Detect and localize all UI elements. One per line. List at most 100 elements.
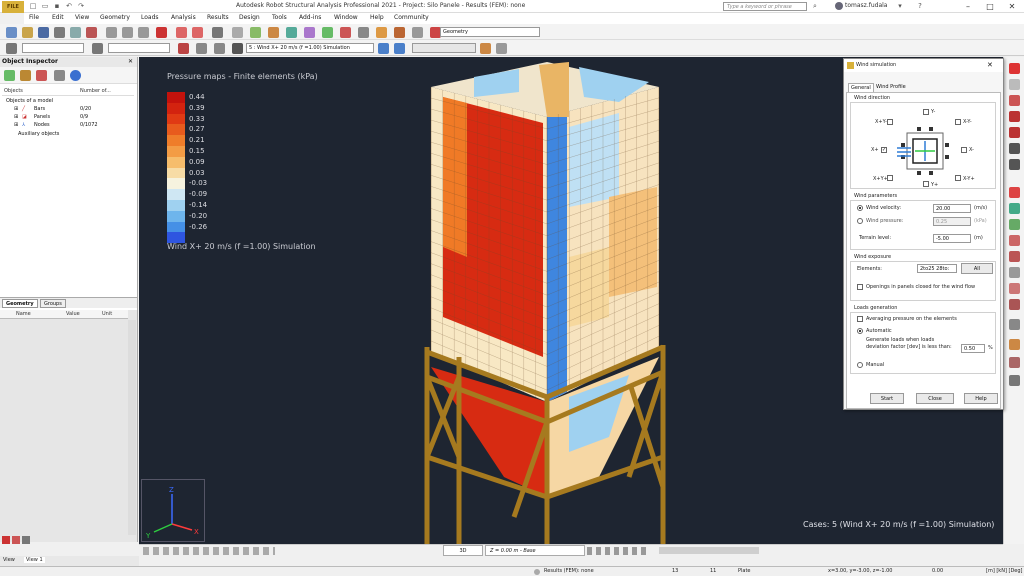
view-tools-icons[interactable] (143, 547, 275, 555)
tool-red-icon[interactable] (2, 536, 10, 544)
object-field[interactable] (108, 43, 170, 53)
new-file-icon[interactable] (6, 27, 17, 38)
close-button[interactable]: ✕ (1004, 0, 1020, 13)
maximize-button[interactable]: □ (982, 0, 998, 13)
opening-tool-icon[interactable] (1009, 235, 1020, 246)
menu-results[interactable]: Results (207, 14, 229, 21)
openings-checkbox[interactable] (857, 284, 863, 290)
sections-icon[interactable] (412, 27, 423, 38)
panel-tool-icon[interactable] (1009, 79, 1020, 90)
dir-y-plus-checkbox[interactable] (923, 181, 929, 187)
dialog-close-icon[interactable]: ✕ (987, 61, 993, 69)
cladding-tool-icon[interactable] (1009, 251, 1020, 262)
tree-root[interactable]: Objects of a model (6, 98, 53, 104)
tool-table-icon[interactable] (12, 536, 20, 544)
undo-icon[interactable]: ↶ (64, 1, 74, 11)
layout-select[interactable]: Geometry (440, 27, 540, 37)
copy-selection-icon[interactable] (196, 43, 207, 54)
tree-expand-icon[interactable]: ⊞ (14, 122, 18, 128)
search-icon[interactable]: ⌕ (810, 1, 820, 11)
selection-field[interactable] (22, 43, 84, 53)
redo-icon[interactable]: ↷ (76, 1, 86, 11)
terrain-input[interactable]: -5.00 (933, 234, 971, 243)
tree-item-bars[interactable]: Bars (34, 106, 45, 112)
line-tool-icon[interactable] (1009, 159, 1020, 170)
structure-model-icon[interactable] (268, 27, 279, 38)
cart-icon[interactable]: ▾ (895, 1, 905, 11)
velocity-radio[interactable] (857, 205, 863, 211)
filter-tree-icon[interactable] (20, 70, 31, 81)
redo-toolbar-icon[interactable] (192, 27, 203, 38)
bar-tool-icon[interactable] (1009, 63, 1020, 74)
tree-item-panels[interactable]: Panels (34, 114, 50, 120)
reinforcement-icon[interactable] (340, 27, 351, 38)
manual-radio[interactable] (857, 362, 863, 368)
minimize-button[interactable]: – (960, 0, 976, 13)
tree-expand-icon[interactable]: ⊞ (14, 106, 18, 112)
dir-x-minus-y-minus-checkbox[interactable] (955, 119, 961, 125)
design-icon[interactable] (304, 27, 315, 38)
application-menu-button[interactable]: FILE (2, 1, 24, 13)
link-tool-icon[interactable] (1009, 283, 1020, 294)
tool-edit-icon[interactable] (22, 536, 30, 544)
menu-add-ins[interactable]: Add-ins (299, 14, 321, 21)
units-display[interactable]: [m] [kN] [Deg] (986, 568, 1023, 574)
filter-icon[interactable] (178, 43, 189, 54)
load-case-select[interactable]: 5 : Wind X+ 20 m/s (f =1.00) Simulation (246, 43, 374, 53)
pointer-icon[interactable] (6, 43, 17, 54)
menu-loads[interactable]: Loads (141, 14, 159, 21)
solid-tool-icon[interactable] (1009, 219, 1020, 230)
undo-toolbar-icon[interactable] (176, 27, 187, 38)
tables-icon[interactable] (358, 27, 369, 38)
find-icon[interactable] (54, 70, 65, 81)
all-button[interactable]: All (961, 263, 993, 274)
load-tool-icon[interactable] (1009, 187, 1020, 198)
level-field[interactable]: Z = 0.00 m - Base (485, 545, 585, 556)
menu-window[interactable]: Window (334, 14, 358, 21)
silo-model[interactable] (419, 57, 849, 544)
check-icon[interactable] (286, 27, 297, 38)
open-icon[interactable]: ▭ (40, 1, 50, 11)
grid-tool-icon[interactable] (1009, 319, 1020, 330)
search-input[interactable]: Type a keyword or phrase (723, 2, 807, 11)
dir-x-plus-y-plus-checkbox[interactable] (887, 175, 893, 181)
tab-geometry[interactable]: Geometry (2, 299, 38, 308)
elements-input[interactable]: 2to25 28to: (917, 264, 957, 273)
materials-icon[interactable] (394, 27, 405, 38)
diagram-tool-icon[interactable] (1009, 375, 1020, 386)
dir-x-minus-checkbox[interactable] (961, 147, 967, 153)
tab-view-1[interactable]: View 1 (24, 557, 45, 563)
map-tool-icon[interactable] (1009, 357, 1020, 368)
results-tool-icon[interactable] (1009, 339, 1020, 350)
start-button[interactable]: Start (870, 393, 904, 404)
help-button[interactable]: Help (964, 393, 998, 404)
menu-design[interactable]: Design (239, 14, 260, 21)
menu-tools[interactable]: Tools (272, 14, 287, 21)
open-file-icon[interactable] (22, 27, 33, 38)
mesh-tool-icon[interactable] (1009, 203, 1020, 214)
tree-item-auxiliary[interactable]: Auxiliary objects (18, 131, 59, 137)
node-tool-icon[interactable] (1009, 143, 1020, 154)
release-tool-icon[interactable] (1009, 127, 1020, 138)
deviation-input[interactable]: 0.50 (961, 344, 985, 353)
dir-x-minus-y-plus-checkbox[interactable] (955, 175, 961, 181)
automatic-radio[interactable] (857, 328, 863, 334)
display-icon[interactable] (212, 27, 223, 38)
zoom-icon[interactable] (496, 43, 507, 54)
remove-filter-icon[interactable] (36, 70, 47, 81)
tab-view[interactable]: View (3, 557, 15, 563)
settings-icon[interactable] (376, 27, 387, 38)
print-icon[interactable] (54, 27, 65, 38)
menu-analysis[interactable]: Analysis (171, 14, 196, 21)
paste-icon[interactable] (138, 27, 149, 38)
tree-expand-icon[interactable]: ⊞ (14, 114, 18, 120)
close-dialog-button[interactable]: Close (916, 393, 954, 404)
cut-icon[interactable] (106, 27, 117, 38)
tree-icon[interactable] (4, 70, 15, 81)
tree-item-nodes[interactable]: Nodes (34, 122, 50, 128)
properties-scrollbar[interactable] (128, 320, 136, 535)
next-case-icon[interactable] (394, 43, 405, 54)
dimension-tool-icon[interactable] (1009, 299, 1020, 310)
save-icon[interactable]: ▪ (52, 1, 62, 11)
horizontal-scrollbar[interactable] (659, 547, 759, 554)
